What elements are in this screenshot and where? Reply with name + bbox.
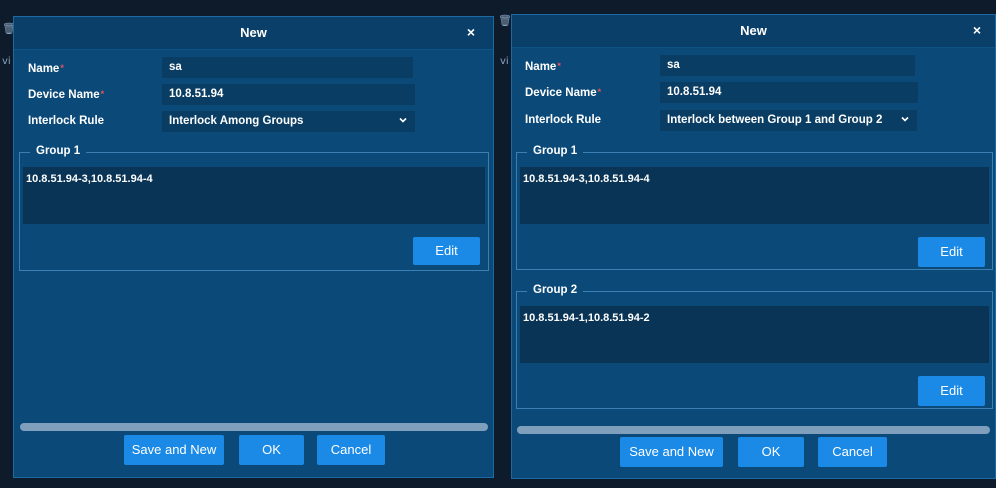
dialog-header: New × — [512, 15, 995, 48]
save-and-new-button[interactable]: Save and New — [124, 435, 224, 465]
edit-button[interactable]: Edit — [918, 376, 985, 406]
cancel-button[interactable]: Cancel — [818, 437, 887, 467]
dialog-title: New — [240, 25, 267, 40]
close-icon[interactable]: × — [967, 20, 987, 40]
group-legend: Group 1 — [527, 145, 584, 157]
background-text: vi — [2, 56, 11, 67]
name-label: Name* — [28, 63, 64, 75]
group-member-list[interactable]: 10.8.51.94-1,10.8.51.94-2 — [520, 306, 989, 363]
dialog-title: New — [740, 23, 767, 38]
new-dialog-right: New × Name* sa Device Name* 10.8.51.94 I… — [511, 14, 996, 479]
close-icon[interactable]: × — [461, 22, 481, 42]
horizontal-scrollbar[interactable] — [517, 426, 990, 434]
name-label: Name* — [525, 61, 561, 73]
ok-button[interactable]: OK — [738, 437, 804, 467]
device-name-input[interactable]: 10.8.51.94 — [660, 82, 918, 103]
interlock-rule-value: Interlock between Group 1 and Group 2 — [667, 114, 883, 126]
horizontal-scrollbar[interactable] — [20, 423, 488, 431]
group-member-list[interactable]: 10.8.51.94-3,10.8.51.94-4 — [23, 167, 485, 224]
name-input[interactable]: sa — [162, 57, 413, 78]
device-name-label: Device Name* — [28, 89, 105, 101]
interlock-rule-label: Interlock Rule — [525, 114, 602, 126]
group-legend: Group 1 — [30, 145, 87, 157]
dialog-header: New × — [14, 17, 493, 50]
device-name-input[interactable]: 10.8.51.94 — [162, 84, 415, 105]
group-1-panel: Group 1 10.8.51.94-3,10.8.51.94-4 Edit — [19, 145, 489, 271]
ok-button[interactable]: OK — [239, 435, 304, 465]
interlock-rule-value: Interlock Among Groups — [169, 115, 304, 127]
chevron-down-icon — [399, 117, 407, 123]
cancel-button[interactable]: Cancel — [317, 435, 385, 465]
background-text: vi — [500, 56, 509, 67]
interlock-rule-select[interactable]: Interlock between Group 1 and Group 2 — [660, 110, 917, 131]
new-dialog-left: New × Name* sa Device Name* 10.8.51.94 I… — [13, 16, 494, 478]
interlock-rule-label: Interlock Rule — [28, 115, 105, 127]
group-legend: Group 2 — [527, 284, 584, 296]
group-2-panel: Group 2 10.8.51.94-1,10.8.51.94-2 Edit — [516, 284, 993, 409]
device-name-label: Device Name* — [525, 87, 602, 99]
save-and-new-button[interactable]: Save and New — [620, 437, 723, 467]
group-member-list[interactable]: 10.8.51.94-3,10.8.51.94-4 — [520, 167, 989, 224]
background-trash-icon: 🗑 — [498, 14, 512, 27]
edit-button[interactable]: Edit — [918, 237, 985, 267]
interlock-rule-select[interactable]: Interlock Among Groups — [162, 111, 415, 132]
chevron-down-icon — [901, 116, 909, 122]
edit-button[interactable]: Edit — [413, 237, 480, 265]
group-1-panel: Group 1 10.8.51.94-3,10.8.51.94-4 Edit — [516, 145, 993, 270]
name-input[interactable]: sa — [660, 55, 915, 76]
